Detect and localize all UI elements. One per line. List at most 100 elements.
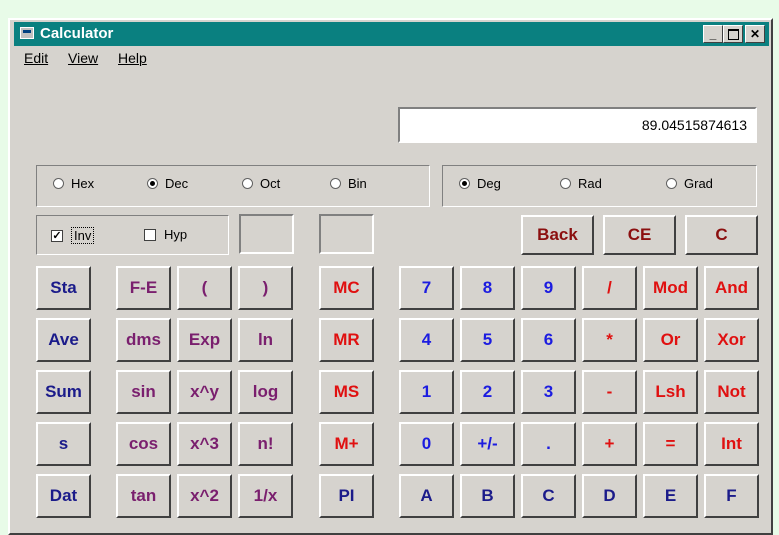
radio-rad-label: Rad	[578, 176, 602, 191]
menu-bar: Edit View Help	[24, 50, 163, 72]
hex-e-button[interactable]: E	[643, 474, 698, 518]
sin-button[interactable]: sin	[116, 370, 171, 414]
radio-dec[interactable]: Dec	[147, 176, 188, 191]
digit-9-button[interactable]: 9	[521, 266, 576, 310]
reciprocal-button[interactable]: 1/x	[238, 474, 293, 518]
m-plus-button[interactable]: M+	[319, 422, 374, 466]
radio-hex[interactable]: Hex	[53, 176, 94, 191]
close-button[interactable]: ✕	[745, 25, 765, 43]
sta-button[interactable]: Sta	[36, 266, 91, 310]
open-paren-button[interactable]: (	[177, 266, 232, 310]
exp-button[interactable]: Exp	[177, 318, 232, 362]
title-bar[interactable]: Calculator _ ✕	[14, 22, 769, 46]
fe-button[interactable]: F-E	[116, 266, 171, 310]
radio-rad[interactable]: Rad	[560, 176, 602, 191]
digit-3-button[interactable]: 3	[521, 370, 576, 414]
hex-a-button[interactable]: A	[399, 474, 454, 518]
cos-button[interactable]: cos	[116, 422, 171, 466]
sum-button[interactable]: Sum	[36, 370, 91, 414]
hex-b-button[interactable]: B	[460, 474, 515, 518]
menu-edit[interactable]: Edit	[24, 50, 48, 66]
dms-button[interactable]: dms	[116, 318, 171, 362]
back-button[interactable]: Back	[521, 215, 594, 255]
hex-d-button[interactable]: D	[582, 474, 637, 518]
digit-6-button[interactable]: 6	[521, 318, 576, 362]
memory-indicator	[319, 214, 374, 254]
mod-button[interactable]: Mod	[643, 266, 698, 310]
angle-unit-group: Deg Rad Grad	[442, 165, 757, 207]
digit-7-button[interactable]: 7	[399, 266, 454, 310]
pi-button[interactable]: PI	[319, 474, 374, 518]
hyp-checkbox[interactable]: Hyp	[144, 227, 187, 242]
radio-bin-dot	[330, 178, 341, 189]
menu-view[interactable]: View	[68, 50, 98, 66]
int-button[interactable]: Int	[704, 422, 759, 466]
minimize-button[interactable]: _	[703, 25, 723, 43]
digit-1-button[interactable]: 1	[399, 370, 454, 414]
xor-button[interactable]: Xor	[704, 318, 759, 362]
close-icon: ✕	[749, 27, 761, 41]
log-button[interactable]: log	[238, 370, 293, 414]
result-display: 89.04515874613	[398, 107, 757, 143]
calculator-window: Calculator _ ✕ Edit View Help 89.0451587…	[8, 18, 773, 535]
digit-5-button[interactable]: 5	[460, 318, 515, 362]
window-title: Calculator	[40, 25, 114, 42]
x-pow-y-button[interactable]: x^y	[177, 370, 232, 414]
mr-button[interactable]: MR	[319, 318, 374, 362]
multiply-button[interactable]: *	[582, 318, 637, 362]
minimize-icon: _	[709, 27, 717, 41]
hex-c-button[interactable]: C	[521, 474, 576, 518]
decimal-button[interactable]: .	[521, 422, 576, 466]
radio-grad[interactable]: Grad	[666, 176, 713, 191]
and-button[interactable]: And	[704, 266, 759, 310]
hyp-label: Hyp	[164, 227, 188, 242]
radio-rad-dot	[560, 178, 571, 189]
negate-button[interactable]: +/-	[460, 422, 515, 466]
radio-oct[interactable]: Oct	[242, 176, 280, 191]
digit-8-button[interactable]: 8	[460, 266, 515, 310]
close-paren-button[interactable]: )	[238, 266, 293, 310]
radio-grad-label: Grad	[684, 176, 713, 191]
inv-checkbox[interactable]: ✓ Inv	[51, 227, 95, 244]
inv-check-icon: ✓	[51, 229, 63, 242]
radio-deg-dot	[459, 178, 470, 189]
subtract-button[interactable]: -	[582, 370, 637, 414]
digit-4-button[interactable]: 4	[399, 318, 454, 362]
maximize-button[interactable]	[723, 25, 743, 43]
digit-2-button[interactable]: 2	[460, 370, 515, 414]
dat-button[interactable]: Dat	[36, 474, 91, 518]
calculator-app-icon[interactable]	[20, 27, 34, 39]
inv-label: Inv	[71, 227, 95, 244]
mc-button[interactable]: MC	[319, 266, 374, 310]
divide-button[interactable]: /	[582, 266, 637, 310]
not-button[interactable]: Not	[704, 370, 759, 414]
radio-oct-dot	[242, 178, 253, 189]
s-button[interactable]: s	[36, 422, 91, 466]
menu-help[interactable]: Help	[118, 50, 147, 66]
inv-hyp-group: ✓ Inv Hyp	[36, 215, 229, 255]
add-button[interactable]: +	[582, 422, 637, 466]
x-squared-button[interactable]: x^2	[177, 474, 232, 518]
radio-hex-dot	[53, 178, 64, 189]
radio-deg-label: Deg	[477, 176, 501, 191]
ms-button[interactable]: MS	[319, 370, 374, 414]
ce-button[interactable]: CE	[603, 215, 676, 255]
equals-button[interactable]: =	[643, 422, 698, 466]
hyp-check-box	[144, 228, 156, 241]
radio-bin[interactable]: Bin	[330, 176, 367, 191]
radio-bin-label: Bin	[348, 176, 367, 191]
radio-oct-label: Oct	[260, 176, 281, 191]
c-button[interactable]: C	[685, 215, 758, 255]
ln-button[interactable]: ln	[238, 318, 293, 362]
ave-button[interactable]: Ave	[36, 318, 91, 362]
radio-grad-dot	[666, 178, 677, 189]
factorial-button[interactable]: n!	[238, 422, 293, 466]
digit-0-button[interactable]: 0	[399, 422, 454, 466]
or-button[interactable]: Or	[643, 318, 698, 362]
x-cubed-button[interactable]: x^3	[177, 422, 232, 466]
tan-button[interactable]: tan	[116, 474, 171, 518]
lsh-button[interactable]: Lsh	[643, 370, 698, 414]
maximize-icon	[727, 28, 739, 40]
radio-deg[interactable]: Deg	[459, 176, 501, 191]
hex-f-button[interactable]: F	[704, 474, 759, 518]
